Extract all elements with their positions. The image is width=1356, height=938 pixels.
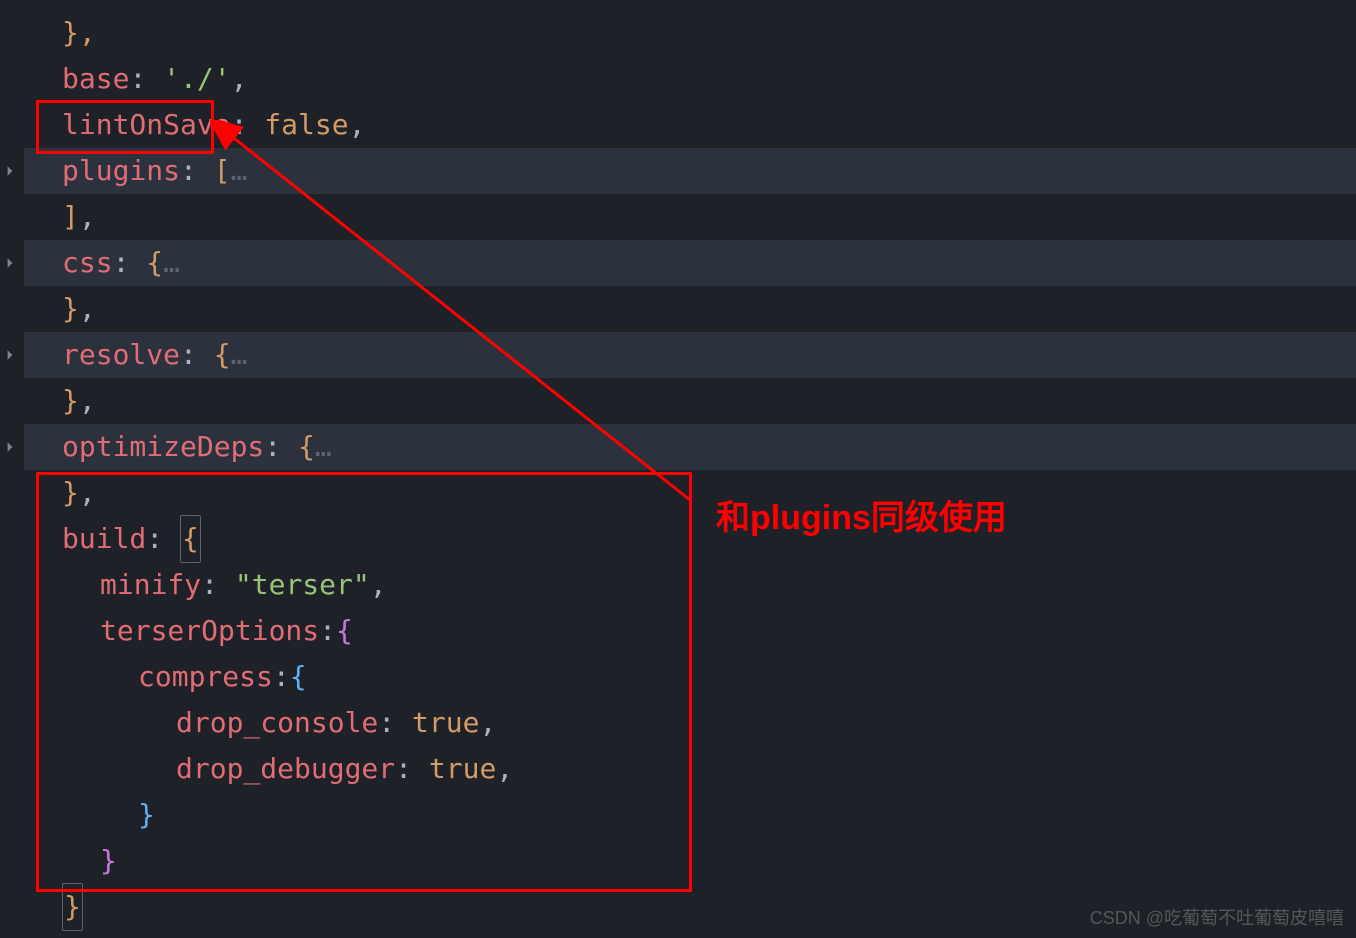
code-line: build: {: [24, 516, 1356, 562]
watermark: CSDN @吃葡萄不吐葡萄皮嘻嘻: [1090, 904, 1344, 930]
chevron-right-icon[interactable]: [2, 347, 18, 363]
code-line: terserOptions:{: [24, 608, 1356, 654]
code-line: },: [24, 10, 1356, 56]
chevron-right-icon[interactable]: [2, 255, 18, 271]
code-line: compress:{: [24, 654, 1356, 700]
code-editor[interactable]: }, base: './', lintOnSave: false, plugin…: [0, 0, 1356, 930]
code-line: }: [24, 792, 1356, 838]
chevron-right-icon[interactable]: [2, 163, 18, 179]
code-line: lintOnSave: false,: [24, 102, 1356, 148]
code-line: minify: "terser",: [24, 562, 1356, 608]
code-line: },: [24, 470, 1356, 516]
code-line-folded[interactable]: plugins: […: [24, 148, 1356, 194]
code-line-folded[interactable]: resolve: {…: [24, 332, 1356, 378]
code-line: drop_debugger: true,: [24, 746, 1356, 792]
annotation-text: 和plugins同级使用: [716, 490, 1007, 539]
code-line-folded[interactable]: css: {…: [24, 240, 1356, 286]
code-line: ],: [24, 194, 1356, 240]
code-line-folded[interactable]: optimizeDeps: {…: [24, 424, 1356, 470]
chevron-right-icon[interactable]: [2, 439, 18, 455]
code-line: },: [24, 286, 1356, 332]
code-line: drop_console: true,: [24, 700, 1356, 746]
code-line: base: './',: [24, 56, 1356, 102]
code-line: }: [24, 838, 1356, 884]
code-line: },: [24, 378, 1356, 424]
